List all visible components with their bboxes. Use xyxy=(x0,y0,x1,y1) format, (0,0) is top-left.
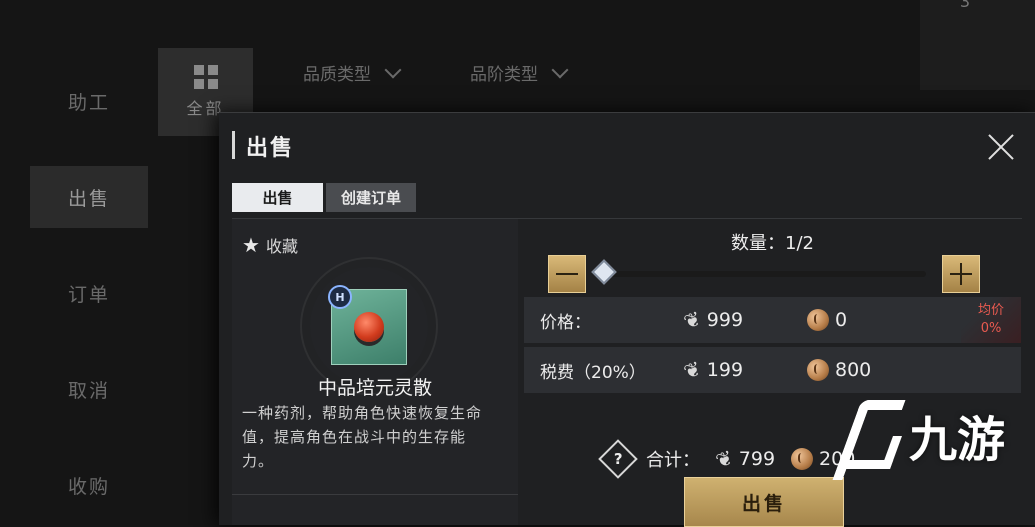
bg-nav-item-active: 出售 xyxy=(30,166,148,228)
total-label: 合计： xyxy=(646,450,700,471)
price-value-b: 0 xyxy=(835,309,848,331)
background-nav: 助工 出售 订单 取消 收购 xyxy=(0,0,150,524)
coin-icon xyxy=(807,359,829,381)
avg-label: 均价 xyxy=(977,303,1004,318)
chevron-down-icon xyxy=(384,61,402,78)
star-icon: ★ xyxy=(242,233,260,257)
bg-count: 3 xyxy=(959,0,970,11)
favorite-button[interactable]: ★ 收藏 xyxy=(242,233,298,257)
tax-row: 税费（20%） ❦ 199 800 xyxy=(524,347,1021,393)
quantity-slider[interactable] xyxy=(600,271,926,277)
total-value-a: 799 xyxy=(738,448,776,470)
slider-handle[interactable] xyxy=(591,259,617,285)
favorite-label: 收藏 xyxy=(265,237,298,256)
tax-value-a: 199 xyxy=(706,359,744,381)
total-currency-a: ❦ 799 xyxy=(712,445,776,473)
watermark-text: 九游 xyxy=(908,412,1005,468)
price-currency-a[interactable]: ❦ 999 xyxy=(680,306,744,334)
coin-icon xyxy=(807,309,829,331)
increase-quantity-button[interactable] xyxy=(942,255,980,293)
divider xyxy=(232,494,518,495)
decrease-quantity-button[interactable] xyxy=(548,255,586,293)
coin-icon xyxy=(791,448,814,470)
feather-currency-icon: ❦ xyxy=(712,444,737,474)
price-currency-b[interactable]: 0 xyxy=(807,309,847,331)
close-icon[interactable] xyxy=(987,133,1015,161)
quantity-label: 数量：1/2 xyxy=(731,233,814,254)
bg-nav-item: 取消 xyxy=(67,379,110,402)
bg-nav-item: 助工 xyxy=(67,91,110,114)
sell-button[interactable]: 出售 xyxy=(684,477,844,527)
feather-currency-icon: ❦ xyxy=(680,305,705,335)
bg-nav-item: 收购 xyxy=(67,475,110,498)
tab-sell[interactable]: 出售 xyxy=(232,183,323,212)
pill-icon xyxy=(354,312,384,342)
price-label: 价格： xyxy=(540,312,591,333)
total-row: ? 合计： ❦ 799 200 xyxy=(598,439,855,479)
average-price-indicator: 均价 0% xyxy=(961,297,1021,343)
help-icon[interactable]: ? xyxy=(598,439,638,479)
watermark: 九游 xyxy=(837,400,1005,470)
item-name: 中品培元灵散 xyxy=(317,377,432,399)
minus-icon xyxy=(556,273,578,275)
tax-currency-b: 800 xyxy=(807,359,871,381)
price-value-a: 999 xyxy=(706,309,744,331)
title-accent-bar xyxy=(232,131,235,159)
bg-filter-label: 品质类型 xyxy=(303,65,371,85)
grid-icon xyxy=(193,65,218,89)
avg-value: 0% xyxy=(980,321,1002,336)
jiuyou-logo-icon xyxy=(837,400,899,470)
tax-currency-a: ❦ 199 xyxy=(680,356,744,384)
bg-filter-rank: 品阶类型 xyxy=(470,60,569,85)
item-info-panel: ★ 收藏 H 中品培元灵散 一种药剂，帮助角色快速恢复生命值，提高角色在战斗中的… xyxy=(232,219,518,525)
item-description: 一种药剂，帮助角色快速恢复生命值，提高角色在战斗中的生存能力。 xyxy=(242,404,483,470)
bg-filter-label: 品阶类型 xyxy=(470,65,538,85)
bg-nav-item: 订单 xyxy=(67,283,110,306)
plus-icon xyxy=(950,263,972,285)
tab-create-order[interactable]: 创建订单 xyxy=(326,183,416,212)
grade-badge: H xyxy=(328,285,352,309)
price-row: 价格： ❦ 999 0 xyxy=(524,297,1021,343)
dialog-title: 出售 xyxy=(246,136,295,161)
tax-value-b: 800 xyxy=(835,359,872,381)
sell-settings-panel: 数量：1/2 价格： ❦ 999 0 均价 0% 税费（20%） ❦ 199 8… xyxy=(524,219,1021,527)
bg-filter-quality: 品质类型 xyxy=(303,60,402,85)
chevron-down-icon xyxy=(551,61,569,78)
bg-top-right-panel xyxy=(920,0,1035,90)
feather-currency-icon: ❦ xyxy=(680,355,705,385)
tax-label: 税费（20%） xyxy=(540,362,646,383)
